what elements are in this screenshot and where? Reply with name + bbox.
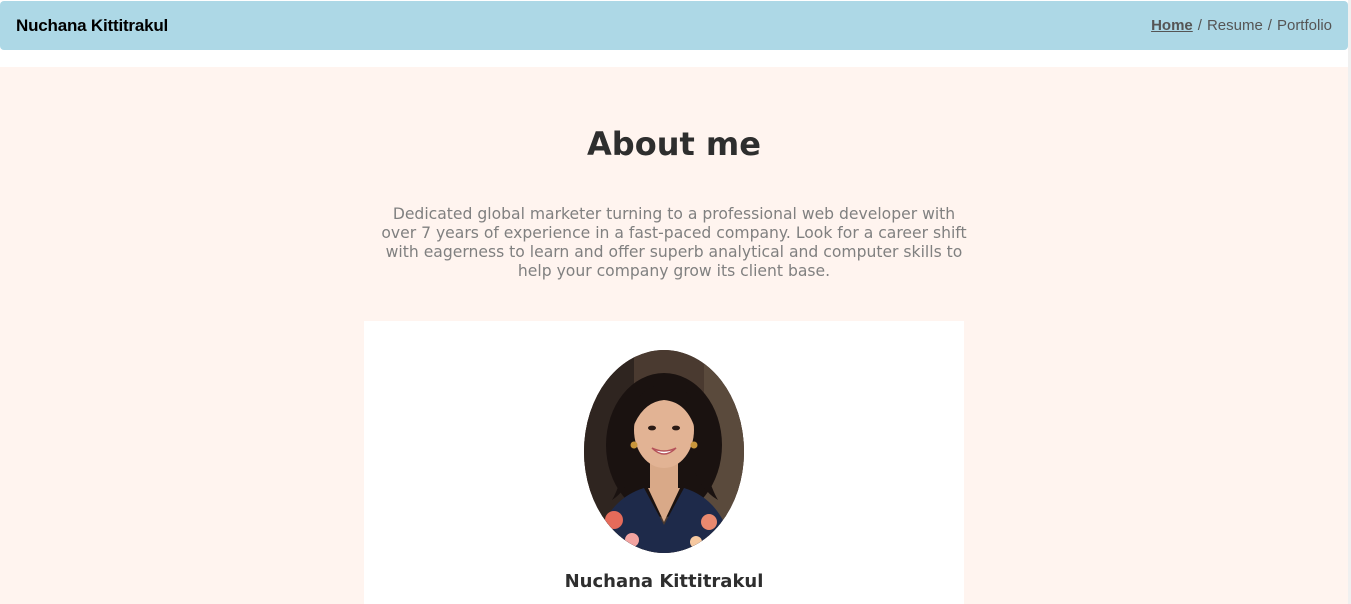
nav-link-portfolio[interactable]: Portfolio (1277, 17, 1332, 34)
profile-name: Nuchana Kittitrakul (564, 571, 764, 592)
nav-link-home[interactable]: Home (1151, 17, 1193, 34)
profile-card: Nuchana Kittitrakul (364, 321, 964, 604)
avatar-illustration (584, 350, 744, 553)
page-title: About me (587, 125, 761, 163)
intro-paragraph: Dedicated global marketer turning to a p… (381, 205, 967, 280)
top-navbar: Nuchana Kittitrakul Home / Resume / Port… (0, 1, 1348, 50)
nav-link-resume[interactable]: Resume (1207, 17, 1263, 34)
breadcrumb: Home / Resume / Portfolio (1151, 17, 1332, 34)
profile-photo (584, 350, 744, 553)
brand-name[interactable]: Nuchana Kittitrakul (16, 16, 168, 36)
breadcrumb-separator: / (1267, 17, 1272, 34)
about-section: About me Dedicated global marketer turni… (0, 67, 1348, 604)
breadcrumb-separator: / (1197, 17, 1202, 34)
